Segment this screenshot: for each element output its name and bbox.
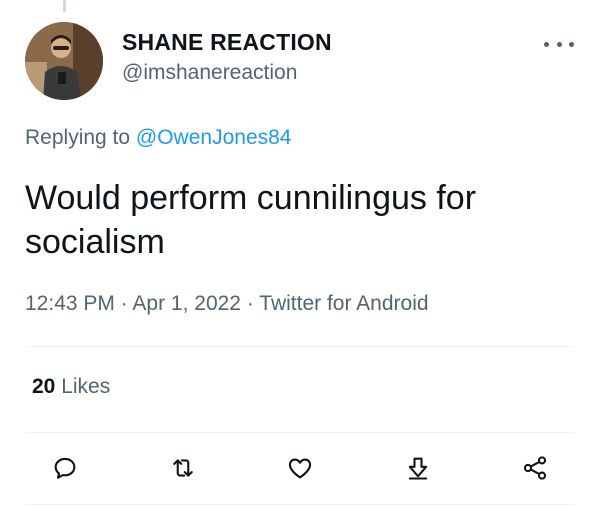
tweet-text: Would perform cunnilingus for socialism: [25, 179, 477, 261]
action-bar: [45, 448, 555, 488]
tweet-date[interactable]: Apr 1, 2022: [132, 292, 241, 315]
tweet-source[interactable]: Twitter for Android: [259, 292, 428, 315]
reply-to-link[interactable]: @OwenJones84: [136, 126, 292, 149]
meta-separator: ·: [114, 292, 133, 315]
user-names: SHANE REACTION @imshanereaction: [122, 28, 332, 88]
tweet-header: SHANE REACTION @imshanereaction: [25, 22, 580, 102]
thread-connector-line: [63, 0, 66, 12]
tweet-time[interactable]: 12:43 PM: [25, 292, 115, 315]
download-icon: [408, 457, 427, 480]
replying-prefix: Replying to: [25, 126, 136, 149]
like-button[interactable]: [280, 448, 320, 488]
display-name[interactable]: SHANE REACTION: [122, 28, 332, 56]
likes-count: 20: [32, 375, 56, 398]
avatar[interactable]: [25, 22, 103, 100]
dot: [569, 41, 574, 47]
likes-stat[interactable]: 20 Likes: [32, 373, 110, 401]
dot: [544, 41, 549, 47]
retweet-button[interactable]: [163, 448, 203, 488]
like-icon: [288, 458, 312, 479]
divider: [25, 504, 575, 505]
retweet-icon: [172, 459, 193, 477]
reply-button[interactable]: [45, 448, 85, 488]
divider: [25, 432, 575, 433]
tweet-meta: 12:43 PM · Apr 1, 2022 · Twitter for And…: [25, 289, 429, 319]
likes-label: Likes: [55, 375, 111, 398]
reply-icon: [54, 457, 76, 479]
divider: [25, 346, 575, 347]
share-button[interactable]: [515, 448, 555, 488]
user-handle[interactable]: @imshanereaction: [122, 58, 332, 88]
download-button[interactable]: [398, 448, 438, 488]
replying-to: Replying to @OwenJones84: [25, 124, 291, 152]
share-icon: [523, 456, 547, 480]
meta-separator: ·: [241, 292, 260, 315]
dot: [556, 41, 562, 47]
tweet-detail: SHANE REACTION @imshanereaction Replying…: [0, 0, 600, 509]
more-options-icon[interactable]: [544, 34, 574, 54]
